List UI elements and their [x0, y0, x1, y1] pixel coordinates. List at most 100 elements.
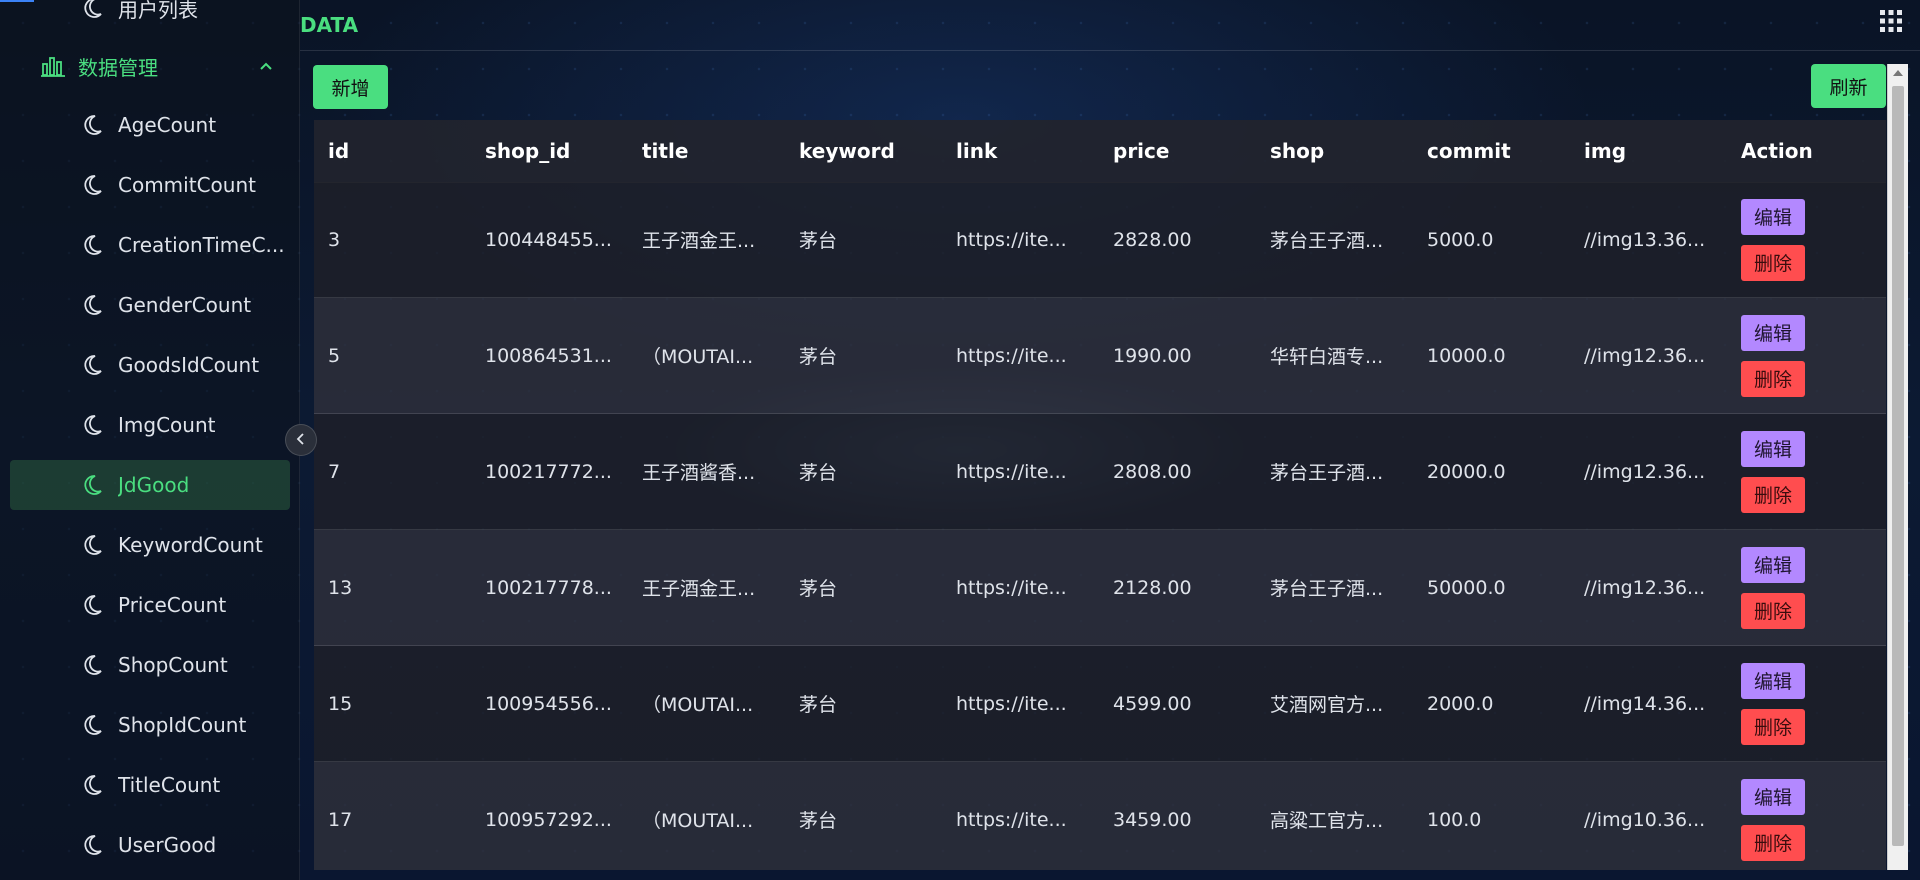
column-header-shop[interactable]: shop	[1256, 139, 1413, 163]
vertical-scrollbar[interactable]	[1887, 64, 1908, 870]
cell-commit: 10000.0	[1427, 344, 1506, 367]
sidebar-item-label: ShopCount	[118, 653, 228, 677]
edit-button[interactable]: 编辑	[1741, 198, 1805, 235]
bar-chart-icon	[40, 53, 66, 79]
table-row: 5 100864531... （MOUTAI... 茅台 https://ite... 1…	[314, 298, 1886, 414]
moon-icon	[80, 233, 104, 257]
cell-keyword: 茅台	[799, 230, 838, 252]
cell-title: （MOUTAI...	[642, 810, 754, 832]
sidebar-item-label: PriceCount	[118, 593, 227, 617]
table-header: id shop_id title keyword link price shop commit…	[314, 120, 1886, 183]
cell-img: //img14.36...	[1584, 692, 1706, 715]
scroll-up-arrow-icon[interactable]	[1893, 70, 1903, 76]
cell-img: //img12.36...	[1584, 576, 1706, 599]
cell-keyword: 茅台	[799, 346, 838, 368]
moon-icon	[80, 593, 104, 617]
delete-button[interactable]: 删除	[1741, 360, 1805, 397]
sidebar-item-jdgood[interactable]: JdGood	[10, 460, 290, 510]
cell-img: //img12.36...	[1584, 344, 1706, 367]
sidebar-group-label: 数据管理	[78, 55, 158, 80]
column-header-action[interactable]: Action	[1727, 139, 1884, 163]
cell-img: //img13.36...	[1584, 228, 1706, 251]
sidebar-item-pricecount[interactable]: PriceCount	[10, 580, 290, 630]
cell-link: https://ite...	[956, 692, 1067, 715]
moon-icon	[80, 833, 104, 857]
cell-shop-id: 100448455...	[485, 228, 612, 251]
sidebar-item-imgcount[interactable]: ImgCount	[10, 400, 290, 450]
sidebar-item-creationtimec[interactable]: CreationTimeC...	[10, 220, 290, 270]
edit-button[interactable]: 编辑	[1741, 546, 1805, 583]
cell-title: （MOUTAI...	[642, 346, 754, 368]
moon-icon	[80, 293, 104, 317]
column-header-keyword[interactable]: keyword	[785, 139, 942, 163]
cell-price: 2128.00	[1113, 576, 1192, 599]
cell-shop-id: 100217772...	[485, 460, 612, 483]
cell-id: 7	[328, 460, 341, 483]
cell-action: 编辑 删除	[1727, 198, 1884, 281]
cell-price: 4599.00	[1113, 692, 1192, 715]
cell-title: 王子酒金王...	[642, 230, 756, 252]
delete-button[interactable]: 删除	[1741, 592, 1805, 629]
delete-button[interactable]: 删除	[1741, 244, 1805, 281]
moon-icon	[80, 533, 104, 557]
sidebar-item-titlecount[interactable]: TitleCount	[10, 760, 290, 810]
apps-grid-icon[interactable]	[1878, 8, 1904, 38]
cell-commit: 50000.0	[1427, 576, 1506, 599]
cell-keyword: 茅台	[799, 810, 838, 832]
cell-link: https://ite...	[956, 460, 1067, 483]
cell-action: 编辑 删除	[1727, 430, 1884, 513]
moon-icon	[80, 353, 104, 377]
edit-button[interactable]: 编辑	[1741, 430, 1805, 467]
sidebar-item-user-list[interactable]: 用户列表	[10, 0, 290, 33]
cell-commit: 100.0	[1427, 808, 1482, 831]
table-row: 15 100954556... （MOUTAI... 茅台 https://ite...…	[314, 646, 1886, 762]
cell-action: 编辑 删除	[1727, 662, 1884, 745]
column-header-price[interactable]: price	[1099, 139, 1256, 163]
delete-button[interactable]: 删除	[1741, 824, 1805, 861]
delete-button[interactable]: 删除	[1741, 708, 1805, 745]
sidebar-item-gendercount[interactable]: GenderCount	[10, 280, 290, 330]
cell-img: //img12.36...	[1584, 460, 1706, 483]
edit-button[interactable]: 编辑	[1741, 314, 1805, 351]
column-header-id[interactable]: id	[314, 139, 471, 163]
edit-button[interactable]: 编辑	[1741, 662, 1805, 699]
edit-button[interactable]: 编辑	[1741, 778, 1805, 815]
sidebar-item-label: 用户列表	[118, 0, 198, 22]
cell-keyword: 茅台	[799, 462, 838, 484]
sidebar-item-label: JdGood	[118, 473, 190, 497]
sidebar-item-agecount[interactable]: AgeCount	[10, 100, 290, 150]
sidebar-item-keywordcount[interactable]: KeywordCount	[10, 520, 290, 570]
sidebar-item-label: KeywordCount	[118, 533, 263, 557]
sidebar-item-shopidcount[interactable]: ShopIdCount	[10, 700, 290, 750]
column-header-shop-id[interactable]: shop_id	[471, 139, 628, 163]
cell-img: //img10.36...	[1584, 808, 1706, 831]
column-header-link[interactable]: link	[942, 139, 1099, 163]
refresh-button[interactable]: 刷新	[1811, 64, 1886, 108]
cell-link: https://ite...	[956, 808, 1067, 831]
cell-commit: 5000.0	[1427, 228, 1494, 251]
moon-icon	[80, 713, 104, 737]
cell-price: 2828.00	[1113, 228, 1192, 251]
sidebar-item-usergood[interactable]: UserGood	[10, 820, 290, 870]
column-header-commit[interactable]: commit	[1413, 139, 1570, 163]
add-button[interactable]: 新增	[313, 65, 388, 109]
sidebar-group-data-management[interactable]: 数据管理	[10, 41, 290, 91]
scrollbar-thumb[interactable]	[1892, 86, 1904, 846]
sidebar-item-label: CommitCount	[118, 173, 256, 197]
cell-shop-id: 100954556...	[485, 692, 612, 715]
cell-keyword: 茅台	[799, 578, 838, 600]
sidebar-item-commitcount[interactable]: CommitCount	[10, 160, 290, 210]
cell-link: https://ite...	[956, 344, 1067, 367]
sidebar-item-shopcount[interactable]: ShopCount	[10, 640, 290, 690]
table-row: 13 100217778... 王子酒金王... 茅台 https://ite... 21…	[314, 530, 1886, 646]
sidebar-item-goodsidcount[interactable]: GoodsIdCount	[10, 340, 290, 390]
sidebar-item-label: TitleCount	[118, 773, 221, 797]
cell-id: 13	[328, 576, 353, 599]
collapse-sidebar-button[interactable]	[285, 424, 317, 456]
delete-button[interactable]: 删除	[1741, 476, 1805, 513]
sidebar-item-label: UserGood	[118, 833, 217, 857]
column-header-img[interactable]: img	[1570, 139, 1727, 163]
column-header-title[interactable]: title	[628, 139, 785, 163]
moon-icon	[80, 113, 104, 137]
table-row: 3 100448455... 王子酒金王... 茅台 https://ite... 282…	[314, 182, 1886, 298]
